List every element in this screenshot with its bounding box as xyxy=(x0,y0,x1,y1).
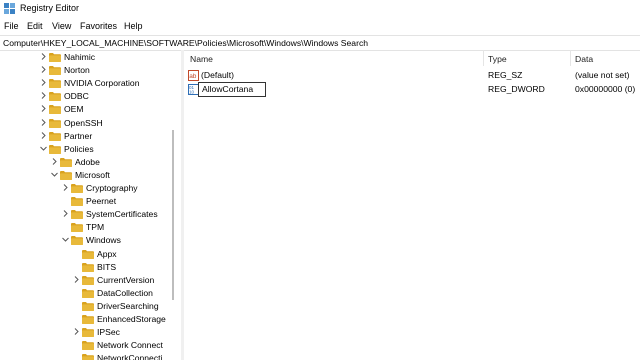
chevron-right-icon[interactable] xyxy=(73,275,80,283)
folder-icon xyxy=(82,262,94,272)
tree-item-label: OpenSSH xyxy=(64,117,103,128)
address-bar[interactable]: Computer\HKEY_LOCAL_MACHINE\SOFTWARE\Pol… xyxy=(0,35,640,51)
folder-icon xyxy=(49,53,61,62)
chevron-right-icon[interactable] xyxy=(40,53,47,60)
tree-item-label: Nahimic xyxy=(64,52,96,62)
menu-help[interactable]: Help xyxy=(124,21,143,31)
column-header-type[interactable]: Type xyxy=(488,54,507,64)
value-row-allowcortana[interactable]: 01 10 AllowCortana REG_DWORD 0x00000000 … xyxy=(184,82,640,97)
tree-item-label: NVIDIA Corporation xyxy=(64,78,140,89)
chevron-right-icon[interactable] xyxy=(40,79,47,87)
menu-favorites[interactable]: Favorites xyxy=(80,21,117,31)
chevron-right-icon[interactable] xyxy=(40,92,47,100)
registry-editor-icon xyxy=(4,3,15,14)
folder-icon xyxy=(49,118,61,128)
value-name: (Default) xyxy=(201,70,234,80)
tree-item-label: Cryptography xyxy=(86,183,138,193)
tree-item-label: OEM xyxy=(64,104,84,115)
value-type: REG_DWORD xyxy=(488,84,545,94)
tree-item-label: IPSec xyxy=(97,327,120,338)
menu-view[interactable]: View xyxy=(52,21,71,31)
tree-item-label: Partner xyxy=(64,130,93,141)
chevron-down-icon[interactable] xyxy=(40,145,47,152)
chevron-right-icon[interactable] xyxy=(40,105,47,113)
value-data: 0x00000000 (0) xyxy=(575,84,636,94)
folder-icon xyxy=(49,66,61,76)
tree-item-label: NetworkConnecti xyxy=(97,353,163,360)
tree-item-label: BITS xyxy=(97,261,117,272)
column-divider[interactable] xyxy=(483,50,484,66)
folder-icon xyxy=(49,92,61,102)
tree-item-label: DriverSearching xyxy=(97,300,159,311)
tree-item-label: Network Connect xyxy=(97,340,163,351)
column-header-name[interactable]: Name xyxy=(190,54,213,64)
value-type: REG_SZ xyxy=(488,70,523,80)
svg-text:ab: ab xyxy=(189,73,197,80)
chevron-right-icon[interactable] xyxy=(62,184,69,191)
chevron-right-icon[interactable] xyxy=(62,210,69,218)
tree-item-label: Appx xyxy=(97,248,117,259)
rename-input[interactable]: AllowCortana xyxy=(198,82,266,97)
tree-item-label: Peernet xyxy=(86,196,117,207)
folder-icon xyxy=(71,223,83,233)
column-header-data[interactable]: Data xyxy=(575,54,593,64)
column-divider[interactable] xyxy=(570,50,571,66)
folder-icon xyxy=(60,157,72,167)
folder-icon xyxy=(71,236,83,246)
tree-item-label: Policies xyxy=(64,143,94,154)
values-list: Name Type Data ab (Default) REG_SZ (valu… xyxy=(184,50,640,360)
tree-item-label: CurrentVersion xyxy=(97,274,155,285)
string-value-icon: ab xyxy=(188,70,199,81)
title-bar: Registry Editor xyxy=(0,0,640,17)
tree-item-label: TPM xyxy=(86,222,105,233)
chevron-right-icon[interactable] xyxy=(40,118,47,126)
folder-icon xyxy=(49,79,61,89)
folder-icon xyxy=(71,197,83,207)
folder-icon xyxy=(71,210,83,220)
menu-edit[interactable]: Edit xyxy=(27,21,43,31)
chevron-right-icon[interactable] xyxy=(51,157,58,165)
chevron-right-icon[interactable] xyxy=(40,66,47,73)
menu-file[interactable]: File xyxy=(4,21,19,31)
folder-icon xyxy=(82,288,94,298)
folder-icon xyxy=(82,328,94,338)
value-data: (value not set) xyxy=(575,70,630,80)
folder-icon xyxy=(71,184,83,193)
svg-text:10: 10 xyxy=(189,90,195,95)
chevron-right-icon[interactable] xyxy=(73,328,80,335)
registry-key-tree[interactable]: Nahimic Norton NVIDIA Corporation ODBC OEM Op… xyxy=(0,50,180,360)
folder-icon xyxy=(82,249,94,259)
tree-item-label: Adobe xyxy=(75,156,100,167)
folder-icon xyxy=(60,170,72,180)
chevron-right-icon[interactable] xyxy=(40,131,47,139)
folder-icon xyxy=(49,131,61,141)
tree-item-label: ODBC xyxy=(64,91,89,102)
folder-icon xyxy=(49,144,61,154)
tree-item-label: SystemCertificates xyxy=(86,209,158,220)
tree-scrollbar[interactable] xyxy=(172,130,174,300)
tree-item-label: Microsoft xyxy=(75,169,110,180)
tree-item-label: DataCollection xyxy=(97,287,153,298)
tree-item-label: Norton xyxy=(64,65,90,76)
menu-bar: File Edit View Favorites Help xyxy=(0,18,640,34)
value-row-default[interactable]: ab (Default) REG_SZ (value not set) xyxy=(184,69,640,82)
folder-icon xyxy=(82,315,94,324)
chevron-down-icon[interactable] xyxy=(62,236,69,243)
folder-icon xyxy=(82,275,94,285)
folder-icon xyxy=(49,105,61,115)
tree-item-label: Windows xyxy=(86,235,121,246)
folder-icon xyxy=(82,341,94,351)
chevron-down-icon[interactable] xyxy=(51,171,58,178)
rename-input-text[interactable]: AllowCortana xyxy=(202,84,253,94)
tree-item-label: EnhancedStorage xyxy=(97,314,166,324)
address-path[interactable]: Computer\HKEY_LOCAL_MACHINE\SOFTWARE\Pol… xyxy=(3,38,368,48)
window-title: Registry Editor xyxy=(20,3,80,13)
folder-icon xyxy=(82,301,94,311)
folder-icon xyxy=(82,354,94,360)
